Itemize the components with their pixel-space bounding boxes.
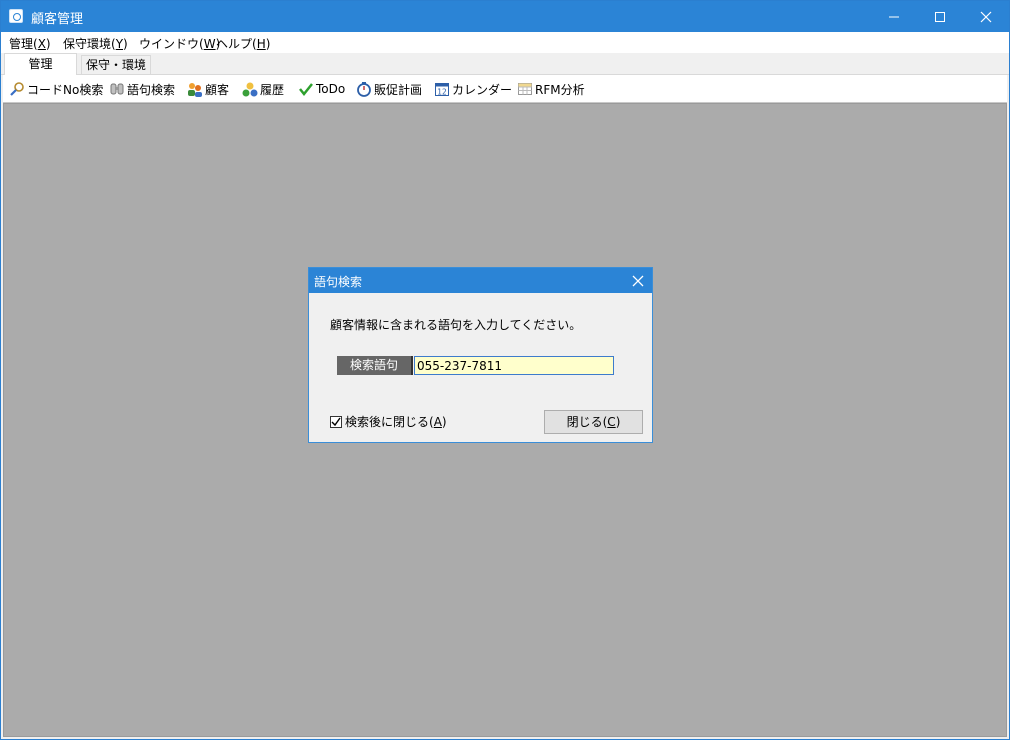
minimize-icon: [889, 16, 899, 17]
tab-maintenance[interactable]: 保守・環境: [81, 55, 151, 74]
code-search-label: コードNo検索: [27, 82, 104, 97]
calendar-button[interactable]: 12 カレンダー: [434, 80, 512, 98]
tab-manage[interactable]: 管理: [4, 53, 77, 75]
menu-window-label: ウインドウ(: [139, 37, 204, 51]
minimize-button[interactable]: [871, 1, 917, 32]
checkbox-box[interactable]: [330, 415, 342, 428]
customers-label: 顧客: [205, 82, 230, 97]
checkbox-label-text: 検索後に閉じる(: [345, 415, 434, 429]
rfm-analysis-label: RFM分析: [535, 82, 585, 97]
checkmark-icon: [298, 81, 314, 97]
history-icon: [242, 81, 258, 97]
todo-button[interactable]: ToDo: [298, 80, 345, 98]
tab-strip: 管理 保守・環境: [1, 53, 1009, 75]
search-phrase-label: 検索語句: [337, 356, 413, 375]
close-button[interactable]: 閉じる(C): [544, 410, 643, 434]
dialog-title-bar[interactable]: 語句検索: [309, 268, 652, 293]
binoculars-icon: [109, 81, 125, 97]
menu-maintenance-tail: ): [123, 37, 128, 51]
calendar-icon-number: 12: [437, 88, 447, 97]
search-phrase-input[interactable]: [414, 356, 614, 375]
toolbar: コードNo検索 語句検索 顧客 履歴 ToDo 販促計画 12 カレンダー RF: [3, 75, 1007, 103]
menu-manage-tail: ): [45, 37, 51, 51]
todo-label: ToDo: [316, 82, 346, 96]
checkbox-check-icon: [331, 417, 341, 426]
code-search-button[interactable]: コードNo検索: [9, 80, 103, 98]
menu-help-key: H: [256, 37, 266, 51]
close-icon: [980, 11, 992, 22]
history-button[interactable]: 履歴: [242, 80, 284, 98]
dialog-title: 語句検索: [314, 275, 363, 289]
menu-help-tail: ): [265, 37, 271, 51]
checkbox-label-tail: ): [441, 415, 447, 429]
main-window: 顧客管理 管理(X) 保守環境(Y) ウインドウ(W) ヘルプ(H) 管理 保守…: [0, 0, 1010, 740]
close-window-button[interactable]: [963, 1, 1009, 32]
history-label: 履歴: [260, 82, 285, 97]
menu-maintenance[interactable]: 保守環境(Y): [63, 35, 128, 52]
menu-window-key: W: [203, 37, 216, 51]
menu-window[interactable]: ウインドウ(W): [139, 35, 220, 52]
dialog-close-icon[interactable]: [630, 273, 646, 289]
title-bar[interactable]: 顧客管理: [1, 1, 1009, 32]
calendar-icon: 12: [434, 81, 450, 97]
app-icon[interactable]: [9, 9, 23, 23]
close-button-key: C: [607, 415, 616, 429]
grid-icon: [517, 81, 533, 97]
rfm-analysis-button[interactable]: RFM分析: [517, 80, 585, 98]
menu-maintenance-label: 保守環境(: [63, 37, 116, 51]
menu-help-label: ヘルプ(: [216, 37, 257, 51]
checkbox-label: 検索後に閉じる(A): [345, 413, 447, 430]
menu-maintenance-key: Y: [115, 37, 124, 51]
stopwatch-icon: [356, 81, 372, 97]
maximize-button[interactable]: [917, 1, 963, 32]
maximize-icon: [935, 11, 945, 22]
calendar-label: カレンダー: [452, 82, 513, 97]
close-after-search-checkbox[interactable]: 検索後に閉じる(A): [330, 413, 447, 430]
checkbox-label-key: A: [433, 415, 442, 429]
window-title: 顧客管理: [31, 12, 84, 27]
menu-manage-key: X: [37, 37, 46, 51]
customers-button[interactable]: 顧客: [187, 80, 229, 98]
customers-icon: [187, 81, 203, 97]
menu-manage-label: 管理(: [9, 37, 38, 51]
promotion-plan-label: 販促計画: [374, 82, 423, 97]
dialog-message: 顧客情報に含まれる語句を入力してください。: [330, 318, 582, 332]
menu-help[interactable]: ヘルプ(H): [216, 35, 270, 52]
menu-bar: 管理(X) 保守環境(Y) ウインドウ(W) ヘルプ(H): [1, 32, 1009, 53]
close-button-tail: ): [615, 415, 621, 429]
menu-manage[interactable]: 管理(X): [9, 35, 51, 52]
promotion-plan-button[interactable]: 販促計画: [356, 80, 422, 98]
phrase-search-button[interactable]: 語句検索: [109, 80, 175, 98]
magnifier-icon: [9, 81, 25, 97]
phrase-search-dialog: 語句検索 顧客情報に含まれる語句を入力してください。 検索語句 検索後に閉じる(…: [308, 267, 653, 443]
close-button-label: 閉じる(: [566, 415, 608, 429]
phrase-search-label: 語句検索: [127, 82, 176, 97]
